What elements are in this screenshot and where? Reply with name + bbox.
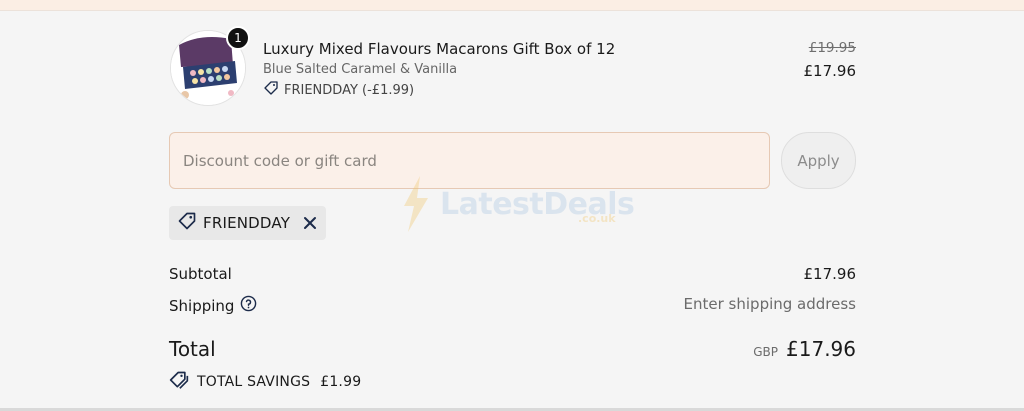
quantity-badge: 1 — [226, 26, 250, 50]
subtotal-value: £17.96 — [803, 265, 857, 283]
product-original-price: £19.95 — [808, 40, 856, 56]
product-discount-line: FRIENDDAY (-£1.99) — [263, 80, 414, 100]
product-discount-text: FRIENDDAY (-£1.99) — [284, 82, 415, 98]
shipping-row: Shipping — [169, 295, 257, 316]
tags-icon — [169, 370, 189, 394]
tag-icon — [263, 80, 279, 100]
tag-icon — [177, 211, 197, 235]
product-thumbnail: 1 — [170, 26, 250, 106]
product-price: £17.96 — [803, 62, 857, 80]
close-icon[interactable] — [302, 214, 318, 232]
total-savings: TOTAL SAVINGS £1.99 — [169, 370, 361, 394]
watermark-sub: .co.uk — [578, 212, 616, 225]
total-label: Total — [169, 337, 216, 361]
currency-code: GBP — [753, 345, 779, 359]
savings-value: £1.99 — [320, 374, 362, 390]
total-value: £17.96 — [786, 337, 856, 361]
total-amount: GBP £17.96 — [753, 337, 856, 361]
shipping-value: Enter shipping address — [683, 295, 856, 313]
lightning-icon — [404, 176, 428, 232]
help-circle-icon[interactable] — [240, 295, 257, 316]
applied-code-label: FRIENDDAY — [203, 214, 291, 232]
apply-button[interactable]: Apply — [781, 132, 856, 189]
watermark-logo: LatestDeals .co.uk — [400, 176, 635, 232]
applied-discount-chip: FRIENDDAY — [169, 206, 326, 240]
top-banner-strip — [0, 0, 1024, 11]
subtotal-label: Subtotal — [169, 265, 232, 283]
savings-label: TOTAL SAVINGS — [197, 374, 311, 390]
shipping-label: Shipping — [169, 296, 235, 315]
product-title: Luxury Mixed Flavours Macarons Gift Box … — [263, 40, 616, 58]
product-variant: Blue Salted Caramel & Vanilla — [263, 62, 458, 77]
